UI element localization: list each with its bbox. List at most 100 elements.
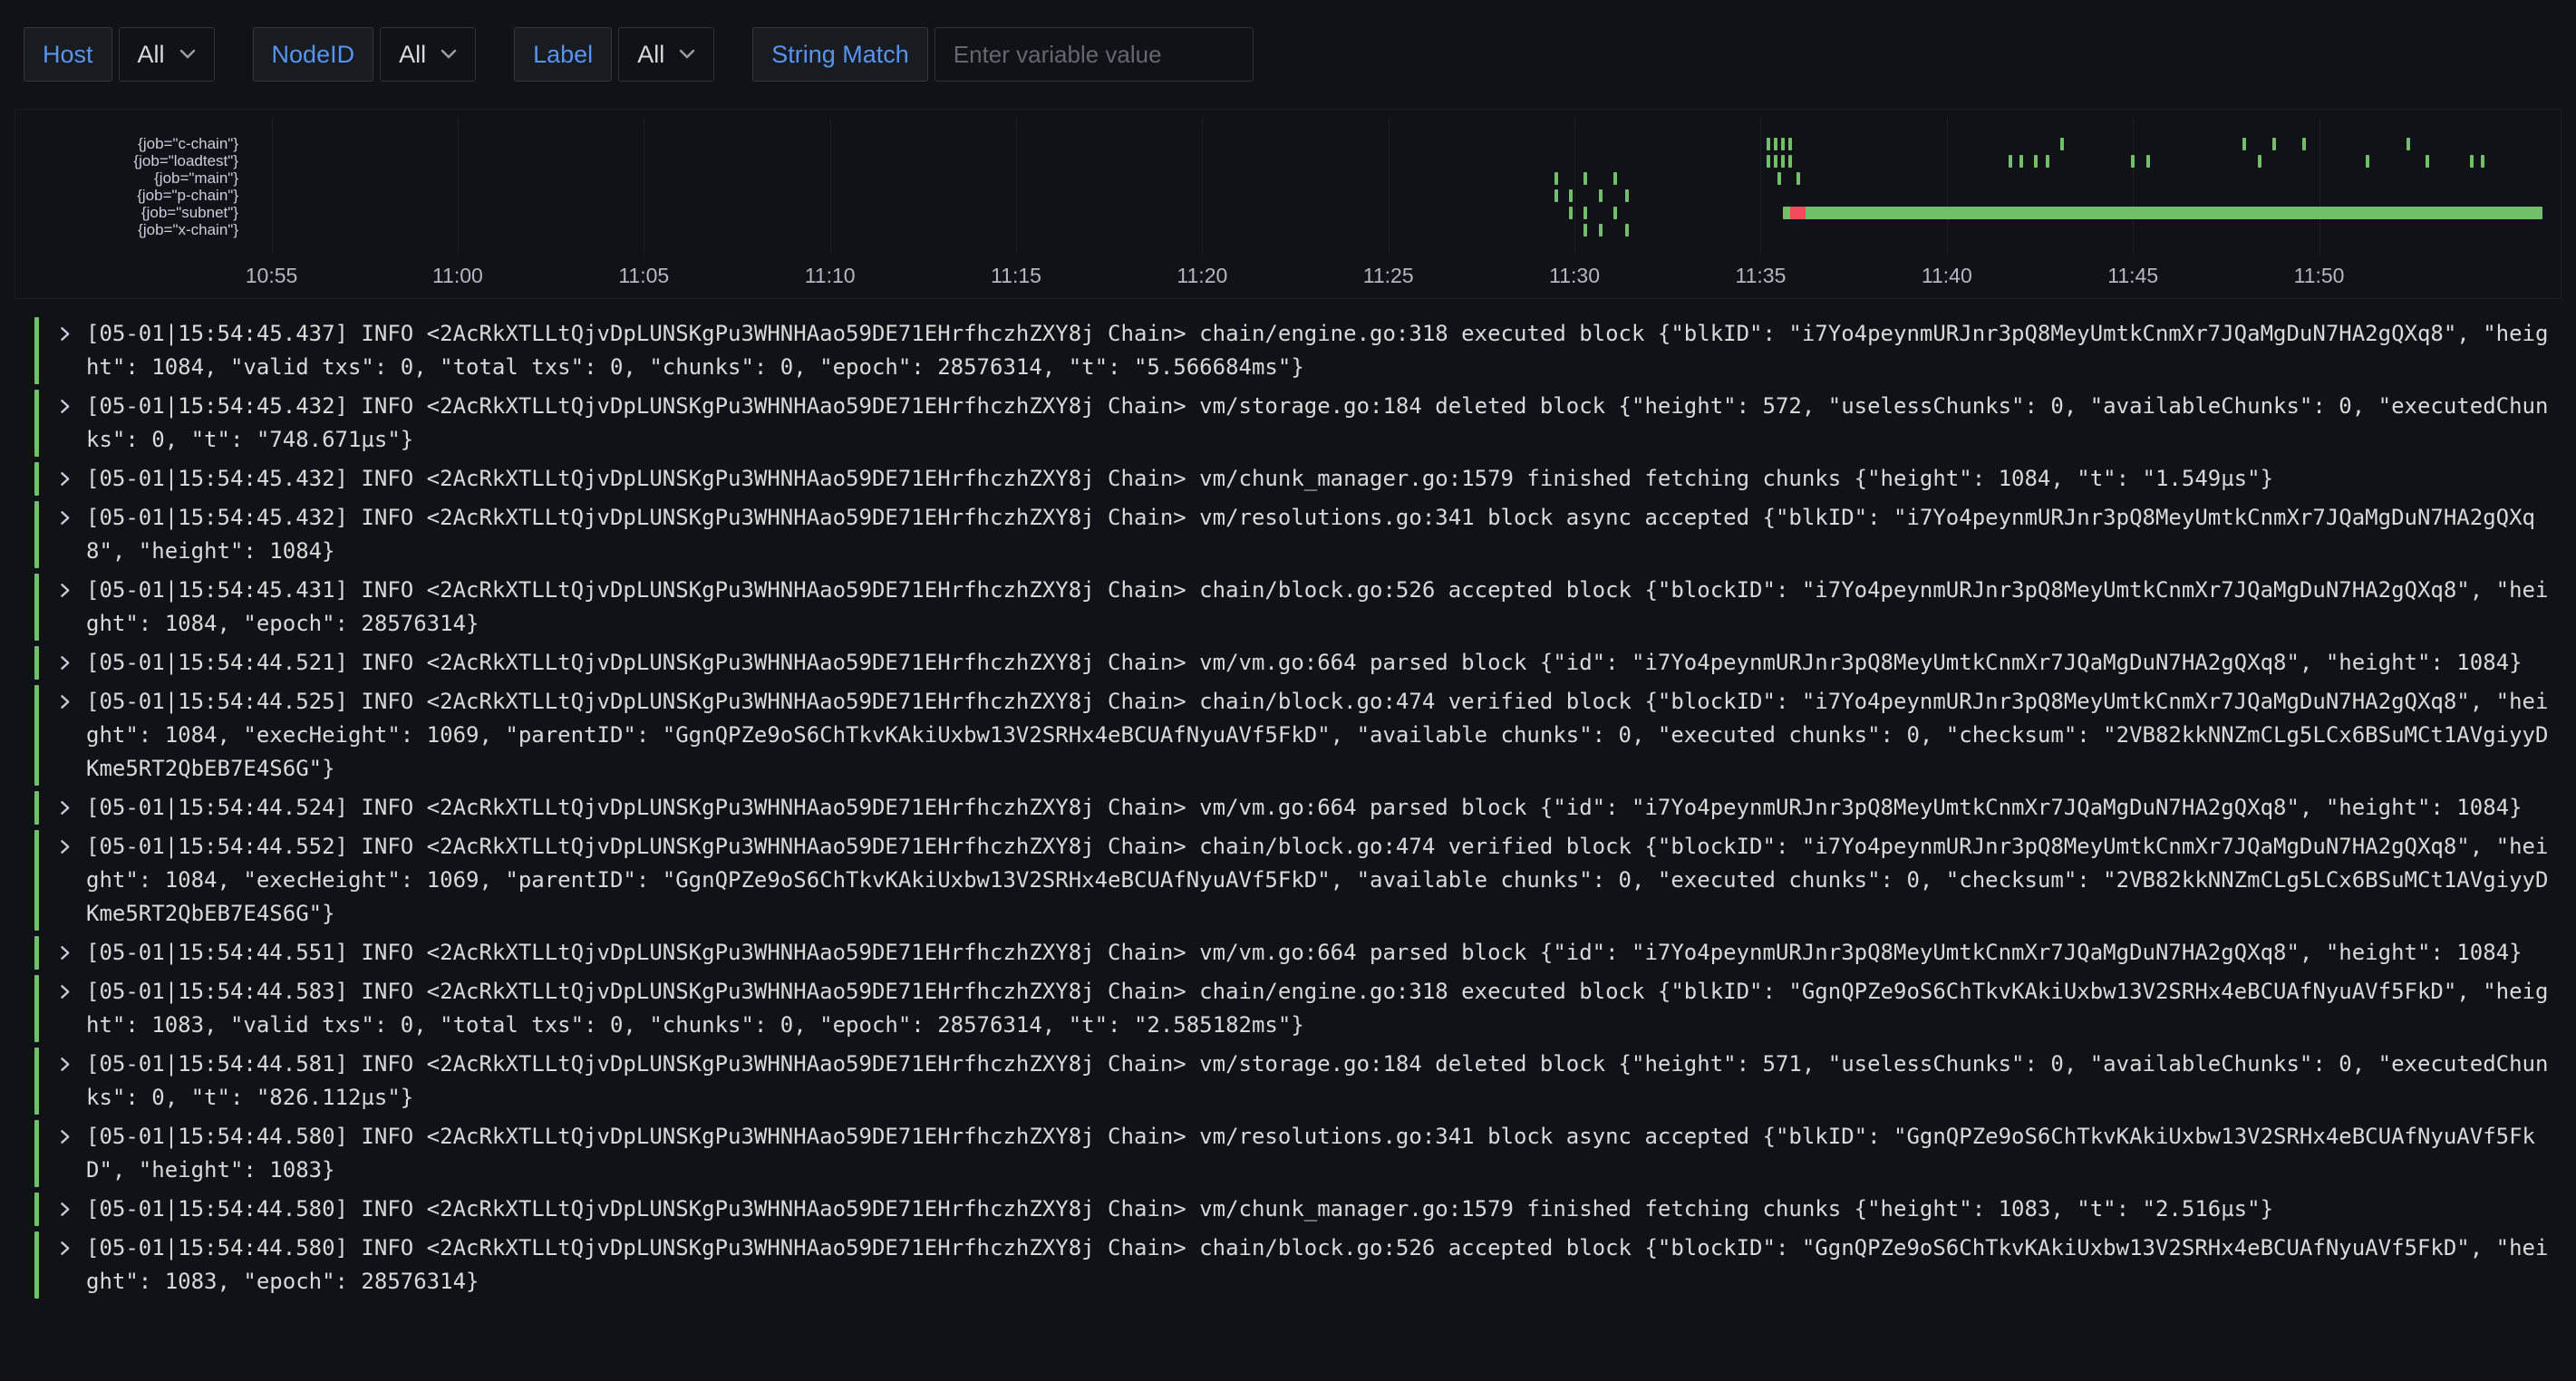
log-volume-tick [2034, 155, 2038, 168]
chevron-right-icon[interactable] [48, 501, 81, 568]
legend-series-label[interactable]: {job="x-chain"} [15, 221, 238, 238]
log-level-indicator [34, 317, 39, 384]
host-select[interactable]: All [119, 27, 215, 82]
log-volume-tick [1774, 155, 1777, 168]
nodeid-label: NodeID [253, 27, 374, 82]
log-volume-tick [2366, 155, 2369, 168]
log-row[interactable]: [05-01|15:54:44.580] INFO <2AcRkXTLLtQjv… [0, 1193, 2576, 1226]
log-line-text: [05-01|15:54:44.580] INFO <2AcRkXTLLtQjv… [86, 1193, 2552, 1226]
log-volume-tick [1613, 207, 1617, 219]
log-volume-tick [1767, 138, 1770, 150]
gridline [1389, 119, 1390, 255]
time-axis-label: 10:55 [246, 264, 298, 288]
log-row[interactable]: [05-01|15:54:44.583] INFO <2AcRkXTLLtQjv… [0, 975, 2576, 1042]
time-axis-label: 11:00 [432, 264, 483, 288]
log-row[interactable]: [05-01|15:54:44.524] INFO <2AcRkXTLLtQjv… [0, 791, 2576, 825]
log-line-text: [05-01|15:54:44.524] INFO <2AcRkXTLLtQjv… [86, 791, 2552, 825]
log-volume-tick [1788, 138, 1792, 150]
log-line-text: [05-01|15:54:45.431] INFO <2AcRkXTLLtQjv… [86, 574, 2552, 641]
chevron-right-icon[interactable] [48, 462, 81, 496]
log-row[interactable]: [05-01|15:54:45.437] INFO <2AcRkXTLLtQjv… [0, 317, 2576, 384]
log-row[interactable]: [05-01|15:54:45.432] INFO <2AcRkXTLLtQjv… [0, 501, 2576, 568]
log-level-indicator [34, 574, 39, 641]
log-level-indicator [34, 1231, 39, 1299]
log-row[interactable]: [05-01|15:54:44.521] INFO <2AcRkXTLLtQjv… [0, 646, 2576, 680]
gridline [2319, 119, 2320, 255]
log-volume-tick [1554, 189, 1558, 202]
log-row[interactable]: [05-01|15:54:45.431] INFO <2AcRkXTLLtQjv… [0, 574, 2576, 641]
log-volume-tick [2131, 155, 2135, 168]
time-axis-label: 11:45 [2107, 264, 2158, 288]
log-volume-tick [2481, 155, 2484, 168]
chevron-right-icon[interactable] [48, 646, 81, 680]
log-line-text: [05-01|15:54:44.525] INFO <2AcRkXTLLtQjv… [86, 685, 2552, 786]
log-volume-tick [1796, 172, 1800, 185]
log-line-text: [05-01|15:54:44.581] INFO <2AcRkXTLLtQjv… [86, 1048, 2552, 1115]
log-volume-tick [1767, 155, 1770, 168]
log-level-indicator [34, 390, 39, 457]
volume-plot[interactable]: 10:5511:0011:0511:1011:1511:2011:2511:30… [253, 119, 2542, 255]
legend-series-label[interactable]: {job="p-chain"} [15, 187, 238, 204]
log-volume-tick [1777, 172, 1781, 185]
gridline [1202, 119, 1203, 255]
log-volume-tick [1569, 189, 1573, 202]
chevron-right-icon[interactable] [48, 1231, 81, 1299]
gridline [1947, 119, 1948, 255]
gridline [272, 119, 273, 255]
log-row[interactable]: [05-01|15:54:44.581] INFO <2AcRkXTLLtQjv… [0, 1048, 2576, 1115]
log-line-text: [05-01|15:54:44.580] INFO <2AcRkXTLLtQjv… [86, 1120, 2552, 1187]
log-volume-tick [1599, 224, 1603, 237]
chevron-right-icon[interactable] [48, 1120, 81, 1187]
variable-string-match: String Match [752, 27, 1254, 82]
log-row[interactable]: [05-01|15:54:44.580] INFO <2AcRkXTLLtQjv… [0, 1231, 2576, 1299]
nodeid-select[interactable]: All [380, 27, 476, 82]
time-axis-label: 11:30 [1549, 264, 1600, 288]
log-volume-tick [1583, 224, 1587, 237]
log-level-indicator [34, 685, 39, 786]
chevron-right-icon[interactable] [48, 1048, 81, 1115]
log-level-indicator [34, 1048, 39, 1115]
log-volume-panel: {job="c-chain"}{job="loadtest"}{job="mai… [15, 109, 2561, 299]
time-axis-label: 11:40 [1922, 264, 1972, 288]
log-row[interactable]: [05-01|15:54:45.432] INFO <2AcRkXTLLtQjv… [0, 462, 2576, 496]
chevron-right-icon[interactable] [48, 574, 81, 641]
host-label: Host [24, 27, 112, 82]
chevron-right-icon[interactable] [48, 975, 81, 1042]
label-select[interactable]: All [618, 27, 714, 82]
time-axis-label: 11:10 [805, 264, 856, 288]
legend-series-label[interactable]: {job="subnet"} [15, 204, 238, 221]
log-row[interactable]: [05-01|15:54:44.525] INFO <2AcRkXTLLtQjv… [0, 685, 2576, 786]
legend-series-label[interactable]: {job="main"} [15, 169, 238, 187]
grafana-logs-dashboard: { "colors": { "background": "#111217", "… [0, 0, 2576, 1381]
log-volume-tick [1569, 207, 1573, 219]
variables-toolbar: Host All NodeID All Label All String Mat… [0, 0, 2576, 105]
host-selected-value: All [138, 41, 165, 69]
log-line-text: [05-01|15:54:45.432] INFO <2AcRkXTLLtQjv… [86, 501, 2552, 568]
log-row[interactable]: [05-01|15:54:44.552] INFO <2AcRkXTLLtQjv… [0, 830, 2576, 931]
log-level-indicator [34, 646, 39, 680]
chevron-right-icon[interactable] [48, 791, 81, 825]
log-row[interactable]: [05-01|15:54:45.432] INFO <2AcRkXTLLtQjv… [0, 390, 2576, 457]
chevron-right-icon[interactable] [48, 1193, 81, 1226]
chevron-right-icon[interactable] [48, 685, 81, 786]
log-volume-tick [1781, 138, 1785, 150]
log-level-indicator [34, 936, 39, 970]
legend-series-label[interactable]: {job="loadtest"} [15, 152, 238, 169]
time-axis-label: 11:15 [991, 264, 1041, 288]
chevron-right-icon[interactable] [48, 936, 81, 970]
log-row[interactable]: [05-01|15:54:44.580] INFO <2AcRkXTLLtQjv… [0, 1120, 2576, 1187]
log-volume-tick [2272, 138, 2276, 150]
chevron-right-icon[interactable] [48, 317, 81, 384]
label-label: Label [514, 27, 612, 82]
string-match-input[interactable] [935, 27, 1254, 82]
log-volume-error-segment [1790, 207, 1805, 219]
time-axis-label: 11:50 [2294, 264, 2345, 288]
legend-series-label[interactable]: {job="c-chain"} [15, 135, 238, 152]
chevron-right-icon[interactable] [48, 390, 81, 457]
gridline [458, 119, 459, 255]
log-row[interactable]: [05-01|15:54:44.551] INFO <2AcRkXTLLtQjv… [0, 936, 2576, 970]
chevron-right-icon[interactable] [48, 830, 81, 931]
variable-nodeid: NodeID All [253, 27, 477, 82]
log-volume-tick [2470, 155, 2474, 168]
gridline [1574, 119, 1575, 255]
